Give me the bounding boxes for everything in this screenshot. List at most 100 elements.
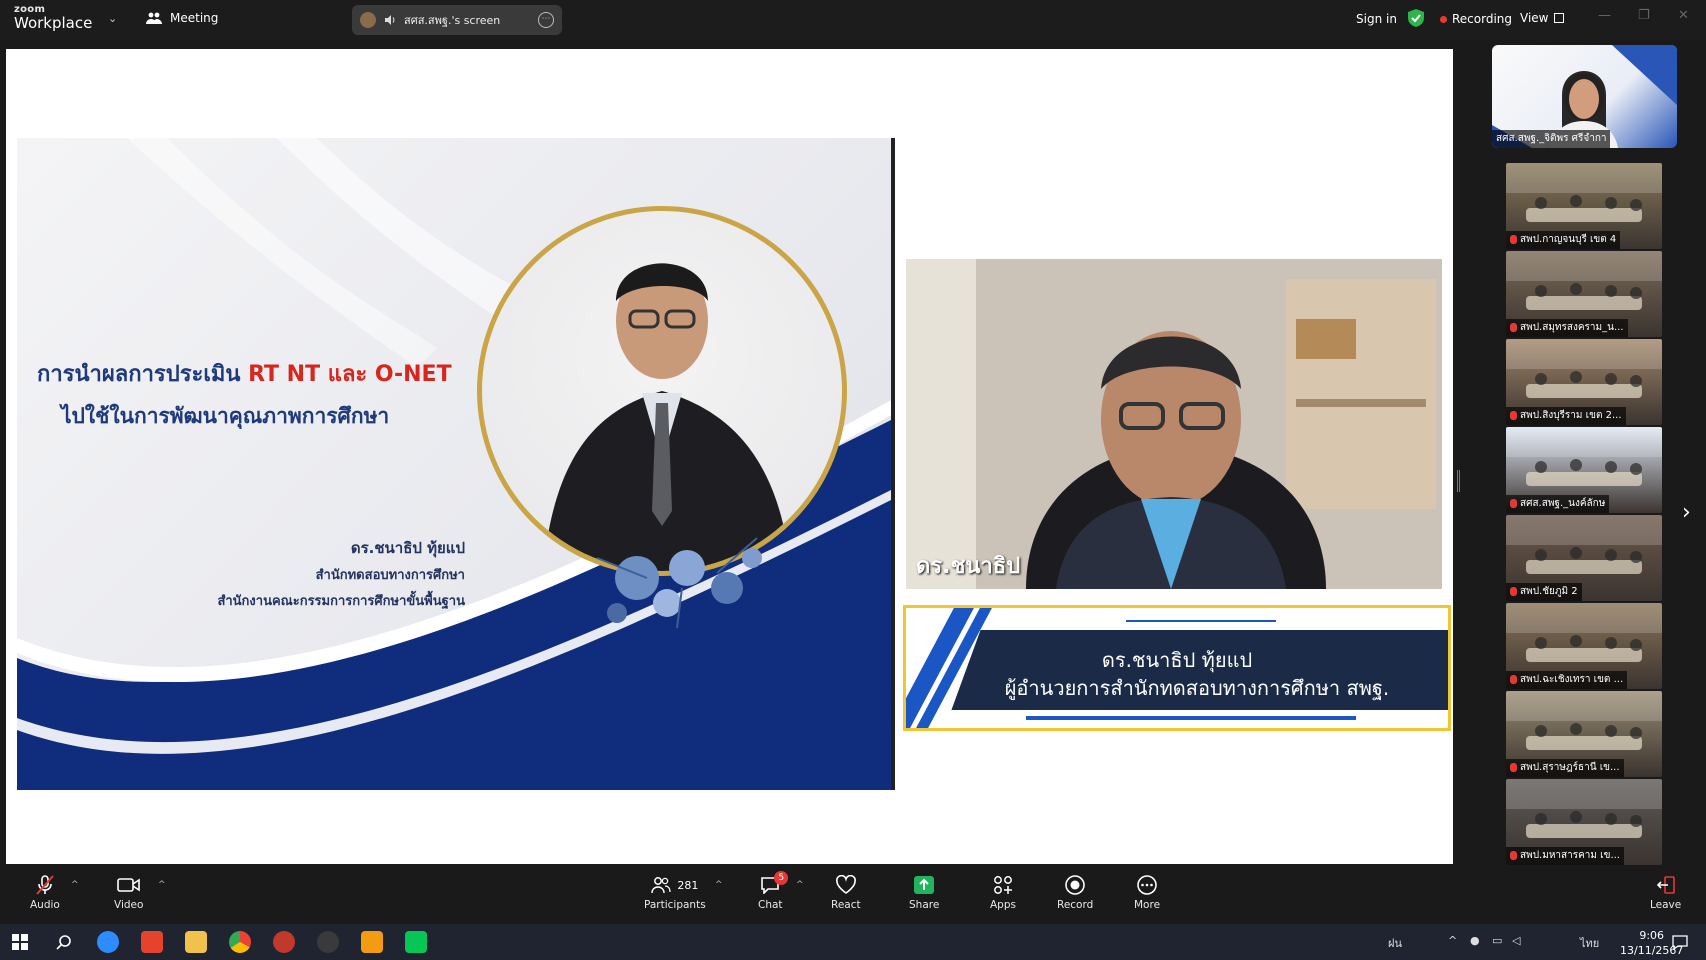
mic-muted-icon (35, 874, 55, 896)
more-options-icon[interactable]: ⋯ (538, 12, 554, 28)
participant-tile[interactable]: สพป.ชัยภูมิ 2 (1506, 515, 1662, 601)
share-label: Share (909, 899, 940, 911)
participant-tile-label: สพป.ชัยภูมิ 2 (1506, 583, 1582, 601)
participants-button[interactable]: 281 Participants (644, 874, 706, 911)
self-view-label: สศส.สพฐ._จิติพร ศรีจำกา (1492, 130, 1611, 148)
line-icon[interactable] (405, 931, 427, 953)
app-dark-taskbar-icon[interactable] (317, 931, 339, 953)
minimize-icon[interactable]: — (1598, 8, 1611, 23)
language-label: ไทย (1580, 937, 1600, 950)
participant-tile-label: สพป.สิงบุรีราม เขต 2... (1506, 407, 1626, 425)
slide-title-highlight: RT NT และ O-NET (248, 362, 452, 387)
lower-third-role: ผู้อำนวยการสำนักทดสอบทางการศึกษา สพฐ. (1004, 676, 1390, 700)
meeting-menu[interactable]: Meeting (146, 11, 218, 25)
react-label: React (831, 899, 861, 911)
heart-icon (835, 874, 857, 896)
apps-icon (993, 874, 1013, 896)
participant-tile-label: สพป.สมุทรสงคราม_น... (1506, 319, 1628, 337)
chat-button[interactable]: 5 Chat (758, 871, 789, 911)
leave-label: Leave (1650, 899, 1682, 911)
restore-icon[interactable]: ❐ (1638, 8, 1650, 23)
audio-button[interactable]: Audio (30, 874, 60, 911)
recording-label: Recording (1452, 12, 1513, 26)
recording-indicator[interactable]: Recording (1440, 12, 1512, 26)
apps-label: Apps (990, 899, 1016, 911)
chat-options-icon[interactable]: ^ (796, 880, 804, 890)
mic-muted-icon (1510, 675, 1517, 684)
screen-share-label: สศส.สพฐ.'s screen (404, 14, 501, 27)
video-options-icon[interactable]: ^ (158, 880, 166, 890)
close-icon[interactable]: ✕ (1678, 8, 1689, 23)
speaker-icon (385, 15, 395, 25)
share-button[interactable]: Share (909, 874, 939, 911)
chevron-down-icon[interactable]: ⌄ (108, 12, 117, 25)
panel-resize-handle[interactable] (1457, 470, 1460, 492)
slide-org-line1: สำนักทดสอบทางการศึกษา (315, 568, 465, 583)
weather-indicator[interactable]: ฝน (1388, 934, 1402, 952)
mic-muted-icon (1510, 235, 1517, 244)
slide-title-part1: การนำผลการประเมิน (37, 362, 249, 387)
video-button[interactable]: Video (114, 874, 143, 911)
mic-muted-icon (1510, 323, 1517, 332)
title-bar: zoom Workplace ⌄ Meeting สศส.สพฐ.'s scre… (0, 0, 1706, 40)
camera-icon (116, 874, 141, 896)
participant-tile[interactable]: สศส.สพฐ._นงค์ลักษ (1506, 427, 1662, 513)
participant-tile[interactable]: สพป.กาญจนบุรี เขต 4 (1506, 163, 1662, 249)
chat-badge: 5 (774, 871, 789, 885)
mic-muted-icon (1510, 763, 1517, 772)
chat-icon: 5 (760, 871, 789, 896)
zoom-window: zoom Workplace ⌄ Meeting สศส.สพฐ.'s scre… (0, 0, 1706, 960)
speaker-name-overlay: ดร.ชนาธิป (916, 554, 1021, 579)
shield-check-icon[interactable] (1408, 9, 1424, 27)
participant-tile[interactable]: สพป.สิงบุรีราม เขต 2... (1506, 339, 1662, 425)
chat-label: Chat (758, 899, 783, 911)
brand-name: Workplace (14, 14, 93, 32)
video-label: Video (114, 899, 144, 911)
mic-muted-icon (1510, 851, 1517, 860)
windows-taskbar: ฝน ^ ● ▭ ◁ ไทย 9:06 13/11/2567 (0, 924, 1706, 960)
mic-icon[interactable]: ● (1470, 934, 1480, 947)
zoom-workplace-logo[interactable]: zoom Workplace (14, 5, 92, 31)
speaker-lower-third: ดร.ชนาธิป ทุ้ยแป ผู้อำนวยการสำนักทดสอบทา… (903, 605, 1451, 731)
more-button[interactable]: More (1134, 874, 1160, 911)
apps-button[interactable]: Apps (990, 874, 1016, 911)
app-orange-taskbar-icon[interactable] (361, 931, 383, 953)
network-icon[interactable]: ▭ (1492, 934, 1502, 947)
record-button[interactable]: Record (1057, 874, 1093, 911)
app-red-taskbar-icon[interactable] (273, 931, 295, 953)
self-view-tile[interactable]: สศส.สพฐ._จิติพร ศรีจำกา (1492, 45, 1677, 148)
record-icon (1064, 874, 1086, 896)
participant-tile[interactable]: สพป.ฉะเชิงเทรา เขต ... (1506, 603, 1662, 689)
windows-start-icon[interactable] (12, 934, 28, 950)
react-button[interactable]: React (831, 874, 861, 911)
leave-button[interactable]: Leave (1650, 874, 1681, 911)
lower-third-line (1126, 620, 1276, 622)
slide-presenter-name: ดร.ชนาธิป ทุ้ยแป (350, 539, 465, 557)
speaker-image (906, 259, 1442, 589)
participant-tile[interactable]: สพป.สุราษฎร์ธานี เข... (1506, 691, 1662, 777)
screen-share-indicator[interactable]: สศส.สพฐ.'s screen ⋯ (352, 5, 562, 35)
volume-icon[interactable]: ◁ (1512, 934, 1520, 947)
search-icon[interactable] (56, 934, 72, 950)
view-label: View (1520, 11, 1549, 25)
participant-tile-label: สพป.กาญจนบุรี เขต 4 (1506, 231, 1621, 249)
lower-third-line (1026, 716, 1356, 720)
recording-dot-icon (1440, 15, 1447, 23)
view-button[interactable]: View (1520, 11, 1565, 25)
participants-options-icon[interactable]: ^ (715, 880, 723, 890)
sign-in-link[interactable]: Sign in (1356, 12, 1397, 26)
participant-tile[interactable]: สพป.สมุทรสงคราม_น... (1506, 251, 1662, 337)
zoom-taskbar-icon[interactable] (97, 931, 119, 953)
language-indicator[interactable]: ไทย (1580, 934, 1599, 952)
participant-tile[interactable]: สพป.มหาสารคาม เข... (1506, 779, 1662, 865)
file-explorer-icon[interactable] (185, 931, 207, 953)
meeting-icon (146, 12, 162, 24)
chevron-right-icon[interactable]: › (1682, 500, 1691, 525)
chrome-icon[interactable] (229, 931, 251, 953)
audio-options-icon[interactable]: ^ (71, 880, 79, 890)
notification-icon[interactable] (1672, 934, 1688, 950)
mic-muted-icon (1510, 587, 1517, 596)
tray-chevron-icon[interactable]: ^ (1448, 934, 1457, 947)
more-label: More (1134, 899, 1161, 911)
app-s-taskbar-icon[interactable] (141, 931, 163, 953)
